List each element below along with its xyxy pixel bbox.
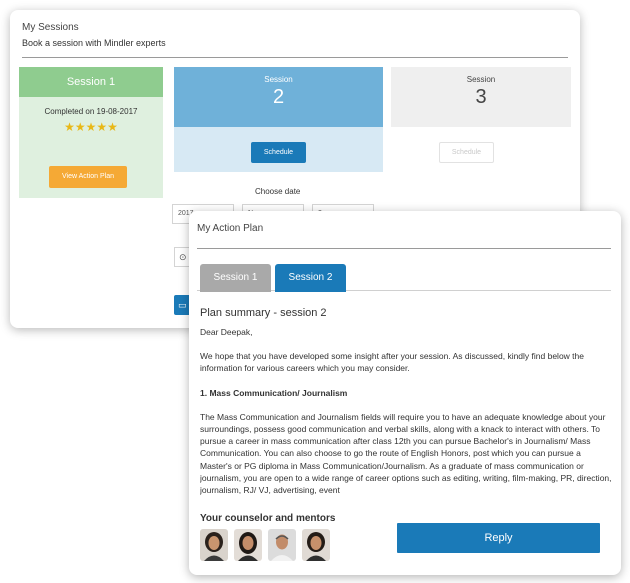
schedule-session-2-button[interactable]: Schedule bbox=[251, 142, 306, 163]
session-3-card: Session 3 Schedule bbox=[391, 67, 571, 172]
mentors-label: Your counselor and mentors bbox=[200, 513, 336, 524]
plan-summary-title: Plan summary - session 2 bbox=[200, 307, 327, 319]
divider bbox=[197, 248, 611, 249]
avatar[interactable] bbox=[268, 529, 296, 561]
action-plan-card: My Action Plan Session 1 Session 2 Plan … bbox=[189, 211, 621, 575]
section-body: The Mass Communication and Journalism fi… bbox=[200, 411, 612, 496]
avatar[interactable] bbox=[200, 529, 228, 561]
sessions-title: My Sessions bbox=[22, 22, 79, 33]
chat-icon: ▭ bbox=[178, 300, 187, 310]
avatar[interactable] bbox=[234, 529, 262, 561]
session-3-number: 3 bbox=[475, 86, 487, 108]
person-icon bbox=[268, 529, 296, 561]
divider bbox=[22, 57, 568, 58]
sessions-subtitle: Book a session with Mindler experts bbox=[22, 38, 166, 48]
person-icon bbox=[302, 529, 330, 561]
session-1-completed-date: Completed on 19-08-2017 bbox=[44, 107, 138, 116]
person-icon bbox=[200, 529, 228, 561]
session-2-card: Session 2 Schedule bbox=[174, 67, 383, 172]
session-tabs: Session 1 Session 2 bbox=[197, 263, 611, 292]
session-2-header: Session 2 bbox=[174, 67, 383, 127]
session-3-header: Session 3 bbox=[391, 67, 571, 127]
session-3-label: Session bbox=[466, 75, 496, 84]
rating-stars-icon: ★★★★★ bbox=[64, 120, 118, 134]
clock-icon: ⊙ bbox=[179, 252, 187, 262]
greeting: Dear Deepak, bbox=[200, 327, 253, 337]
session-2-label: Session bbox=[264, 75, 293, 84]
tab-session-2[interactable]: Session 2 bbox=[275, 264, 346, 292]
session-1-card: Session 1 Completed on 19-08-2017 ★★★★★ … bbox=[19, 67, 163, 198]
person-icon bbox=[234, 529, 262, 561]
intro-paragraph: We hope that you have developed some ins… bbox=[200, 351, 584, 374]
reply-button[interactable]: Reply bbox=[397, 523, 600, 553]
session-2-number: 2 bbox=[272, 86, 285, 108]
action-plan-title: My Action Plan bbox=[197, 223, 264, 234]
section-heading: 1. Mass Communication/ Journalism bbox=[200, 387, 348, 398]
schedule-session-3-button[interactable]: Schedule bbox=[439, 142, 494, 163]
tab-session-1[interactable]: Session 1 bbox=[200, 264, 271, 292]
choose-date-label: Choose date bbox=[255, 187, 301, 196]
plan-body-scroll[interactable]: Dear Deepak, We hope that you have devel… bbox=[200, 326, 612, 498]
avatar[interactable] bbox=[302, 529, 330, 561]
view-action-plan-button[interactable]: View Action Plan bbox=[49, 166, 127, 188]
session-1-header: Session 1 bbox=[19, 67, 163, 97]
